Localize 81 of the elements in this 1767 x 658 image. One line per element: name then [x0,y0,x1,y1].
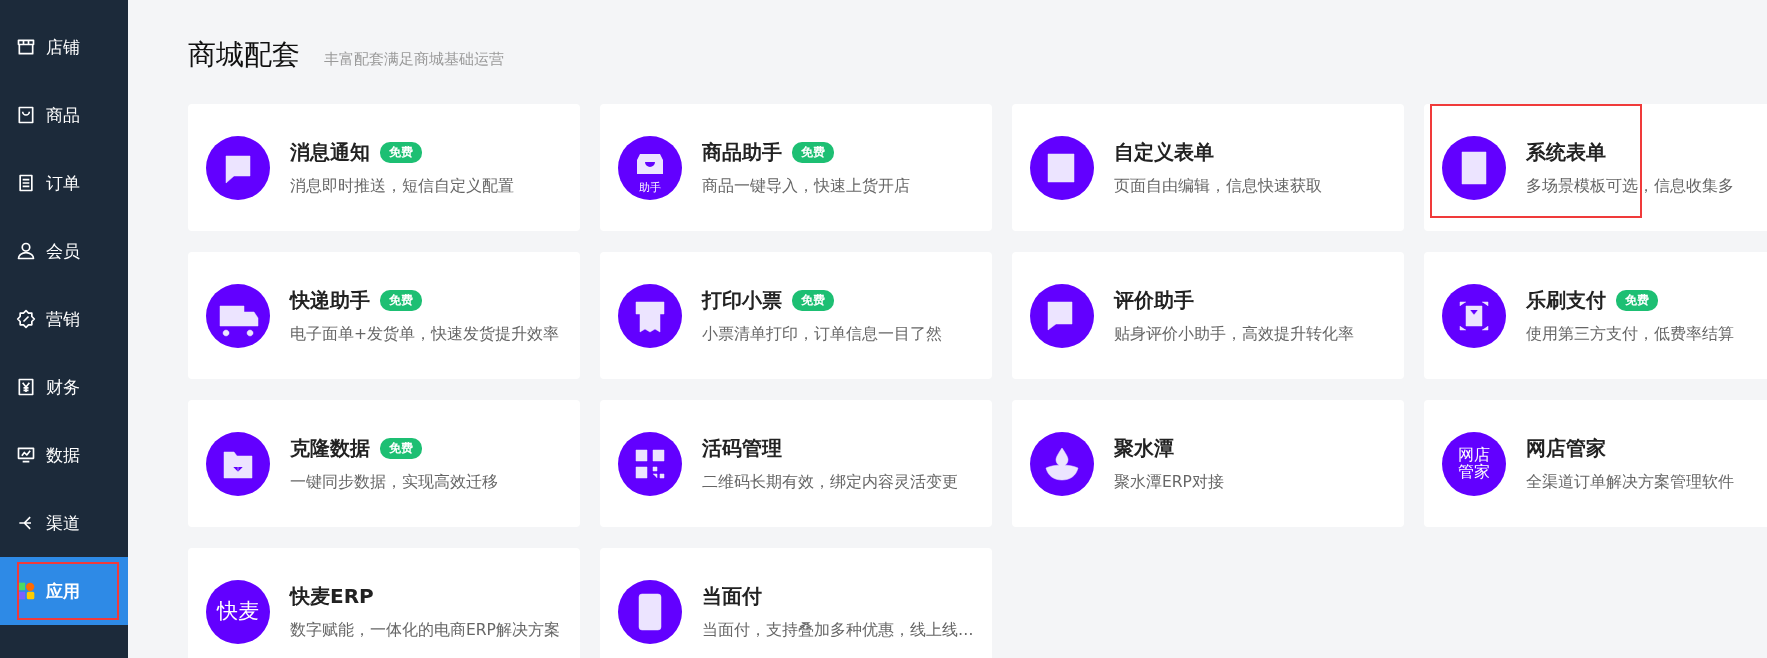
app-description: 二维码长期有效，绑定内容灵活变更 [702,471,958,493]
app-icon: 快麦 [206,579,270,644]
app-description: 电子面单+发货单，快速发货提升效率 [290,323,559,345]
free-tag: 免费 [792,289,834,311]
sidebar-item[interactable]: 店铺 [0,13,128,81]
app-card[interactable]: 消息通知 免费 消息即时推送，短信自定义配置 [188,104,580,231]
app-card[interactable]: 系统表单 多场景模板可选，信息收集多 [1424,104,1767,231]
menu-icon [16,377,36,397]
app-icon [206,135,270,200]
app-description: 消息即时推送，短信自定义配置 [290,175,514,197]
app-title: 评价助手 [1114,286,1194,314]
free-tag: 免费 [380,289,422,311]
sidebar-item[interactable]: 商品 [0,81,128,149]
app-card[interactable]: 助手 商品助手 免费 商品一键导入，快速上货开店 [600,104,992,231]
app-title: 自定义表单 [1114,138,1214,166]
app-icon [1442,283,1506,348]
app-icon [618,579,682,644]
sidebar-item[interactable]: 渠道 [0,489,128,557]
free-tag: 免费 [380,141,422,163]
app-description: 聚水潭ERP对接 [1114,471,1224,493]
app-description: 页面自由编辑，信息快速获取 [1114,175,1322,197]
app-icon [1030,431,1094,496]
app-icon [206,431,270,496]
sidebar-item[interactable]: 会员 [0,217,128,285]
app-title: 活码管理 [702,434,782,462]
free-tag: 免费 [1616,289,1658,311]
page-title: 商城配套 [188,37,300,73]
app-icon [618,283,682,348]
app-card[interactable]: 快麦 快麦ERP 数字赋能，一体化的电商ERP解决方案 [188,548,580,658]
menu-icon [16,173,36,193]
app-card[interactable]: 评价助手 贴身评价小助手，高效提升转化率 [1012,252,1404,379]
app-card[interactable]: 自定义表单 页面自由编辑，信息快速获取 [1012,104,1404,231]
app-icon [1442,135,1506,200]
sidebar-item[interactable]: 财务 [0,353,128,421]
app-description: 贴身评价小助手，高效提升转化率 [1114,323,1354,345]
app-description: 全渠道订单解决方案管理软件 [1526,471,1734,493]
app-title: 快递助手 [290,286,370,314]
app-description: 当面付，支持叠加多种优惠，线上线… [702,619,974,641]
app-description: 使用第三方支付，低费率结算 [1526,323,1734,345]
app-card[interactable]: 克隆数据 免费 一键同步数据，实现高效迁移 [188,400,580,527]
app-title: 聚水潭 [1114,434,1174,462]
app-card[interactable]: 当面付 当面付，支持叠加多种优惠，线上线… [600,548,992,658]
free-tag: 免费 [792,141,834,163]
app-title: 当面付 [702,582,762,610]
app-description: 小票清单打印，订单信息一目了然 [702,323,942,345]
app-icon [618,431,682,496]
app-title: 克隆数据 [290,434,370,462]
app-card[interactable]: 网店管家 网店管家 全渠道订单解决方案管理软件 [1424,400,1767,527]
menu-icon [16,445,36,465]
app-title: 乐刷支付 [1526,286,1606,314]
sidebar-item[interactable]: 营销 [0,285,128,353]
app-icon: 助手 [618,135,682,200]
app-title: 打印小票 [702,286,782,314]
app-title: 快麦ERP [290,582,374,610]
app-card[interactable]: 乐刷支付 免费 使用第三方支付，低费率结算 [1424,252,1767,379]
app-description: 数字赋能，一体化的电商ERP解决方案 [290,619,560,641]
app-description: 一键同步数据，实现高效迁移 [290,471,498,493]
app-description: 商品一键导入，快速上货开店 [702,175,910,197]
sidebar-item[interactable]: 订单 [0,149,128,217]
app-grid-icon [16,581,36,601]
app-title: 系统表单 [1526,138,1606,166]
app-card[interactable]: 快递助手 免费 电子面单+发货单，快速发货提升效率 [188,252,580,379]
app-icon [206,283,270,348]
menu-icon [16,309,36,329]
app-icon [1030,283,1094,348]
app-card[interactable]: 活码管理 二维码长期有效，绑定内容灵活变更 [600,400,992,527]
page-subtitle: 丰富配套满足商城基础运营 [324,50,504,69]
app-title: 消息通知 [290,138,370,166]
app-title: 网店管家 [1526,434,1606,462]
menu-icon [16,241,36,261]
sidebar-item[interactable]: 应用 [0,557,128,625]
app-card[interactable]: 打印小票 免费 小票清单打印，订单信息一目了然 [600,252,992,379]
app-card[interactable]: 聚水潭 聚水潭ERP对接 [1012,400,1404,527]
app-description: 多场景模板可选，信息收集多 [1526,175,1734,197]
free-tag: 免费 [380,437,422,459]
menu-icon [16,105,36,125]
menu-icon [16,37,36,57]
app-title: 商品助手 [702,138,782,166]
app-icon [1030,135,1094,200]
sidebar-item[interactable]: 数据 [0,421,128,489]
app-icon: 网店管家 [1442,431,1506,496]
